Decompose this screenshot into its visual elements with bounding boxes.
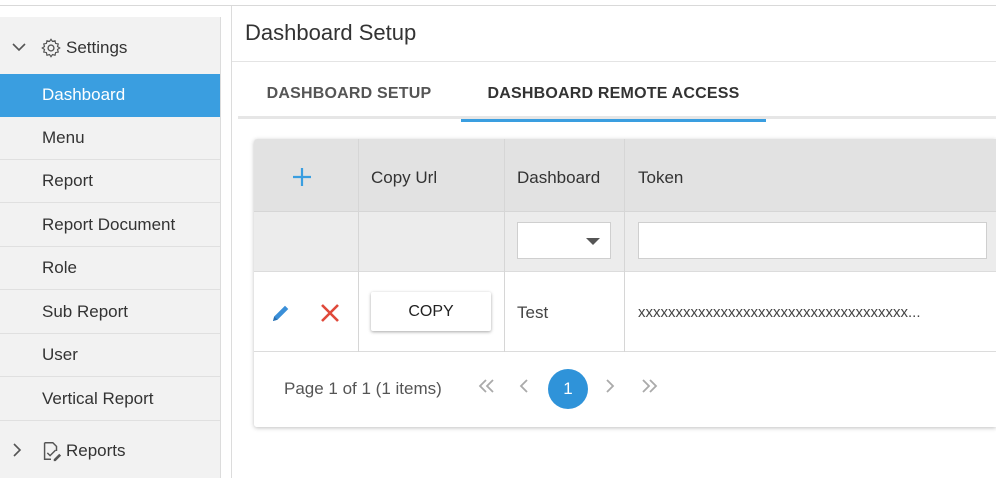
sidebar-item-role[interactable]: Role: [0, 247, 220, 290]
chevron-left-icon: [519, 379, 528, 393]
pencil-icon: [273, 305, 289, 321]
sidebar: Settings Dashboard Menu Report Report Do…: [0, 17, 221, 478]
tab-dashboard-remote-access[interactable]: DASHBOARD REMOTE ACCESS: [461, 68, 766, 122]
token-cell: xxxxxxxxxxxxxxxxxxxxxxxxxxxxxxxxxxxx...: [638, 304, 921, 321]
double-chevron-right-icon: [642, 379, 658, 393]
column-header-token[interactable]: Token: [638, 168, 683, 188]
sidebar-item-sub-report[interactable]: Sub Report: [0, 291, 220, 334]
last-page-button[interactable]: [640, 378, 658, 399]
sidebar-item-menu[interactable]: Menu: [0, 117, 220, 160]
dashboard-cell: Test: [517, 303, 549, 322]
sidebar-item-label: Vertical Report: [42, 389, 154, 408]
column-divider: [358, 139, 359, 352]
caret-down-icon: [586, 238, 600, 245]
dashboard-filter-select[interactable]: [517, 222, 611, 259]
plus-icon: [293, 168, 311, 186]
next-page-button[interactable]: [604, 378, 616, 399]
first-page-button[interactable]: [478, 378, 496, 399]
sidebar-group-settings-label: Settings: [66, 38, 128, 57]
column-header-copy-url[interactable]: Copy Url: [371, 168, 437, 188]
sidebar-item-label: Menu: [42, 128, 85, 147]
sidebar-group-reports[interactable]: Reports: [0, 425, 220, 477]
chevron-right-icon: [12, 442, 22, 460]
sidebar-group-reports-label: Reports: [66, 441, 126, 460]
column-divider: [624, 139, 625, 352]
sidebar-item-label: Sub Report: [42, 302, 128, 321]
sidebar-item-label: Role: [42, 258, 77, 277]
top-border: [0, 5, 996, 6]
sidebar-item-user[interactable]: User: [0, 334, 220, 377]
tab-bar: DASHBOARD SETUP DASHBOARD REMOTE ACCESS: [238, 68, 996, 122]
sidebar-item-label: User: [42, 345, 78, 364]
tab-dashboard-setup[interactable]: DASHBOARD SETUP: [238, 68, 460, 119]
delete-button[interactable]: [319, 302, 341, 324]
title-divider: [232, 61, 996, 62]
add-row-button[interactable]: [288, 163, 316, 191]
column-divider: [504, 139, 505, 352]
sidebar-item-report[interactable]: Report: [0, 160, 220, 203]
previous-page-button[interactable]: [518, 378, 530, 399]
gear-icon: [40, 37, 62, 59]
grid-header: [254, 139, 996, 211]
remote-access-grid: Copy Url Dashboard Token COPY Test xxxxx…: [254, 139, 996, 427]
copy-url-button[interactable]: COPY: [371, 292, 491, 331]
sidebar-item-report-document[interactable]: Report Document: [0, 204, 220, 247]
chevron-down-icon: [12, 40, 26, 56]
edit-button[interactable]: [270, 302, 292, 324]
column-header-dashboard[interactable]: Dashboard: [517, 168, 600, 188]
sidebar-item-label: Report Document: [42, 215, 176, 234]
sidebar-item-dashboard[interactable]: Dashboard: [0, 74, 220, 117]
page-number-button[interactable]: 1: [548, 369, 588, 409]
page-title: Dashboard Setup: [245, 20, 417, 45]
report-edit-icon: [40, 440, 62, 462]
double-chevron-left-icon: [478, 379, 494, 393]
sidebar-item-label: Report: [42, 171, 94, 190]
pager-info: Page 1 of 1 (1 items): [284, 379, 442, 398]
sidebar-item-label: Dashboard: [42, 85, 126, 104]
token-filter-input[interactable]: [638, 222, 987, 259]
content-divider: [231, 6, 232, 478]
sidebar-item-vertical-report[interactable]: Vertical Report: [0, 378, 220, 421]
chevron-right-icon: [606, 379, 615, 393]
pager: Page 1 of 1 (1 items) 1: [254, 352, 996, 427]
sidebar-group-settings[interactable]: Settings: [0, 22, 220, 74]
close-icon: [321, 304, 339, 322]
